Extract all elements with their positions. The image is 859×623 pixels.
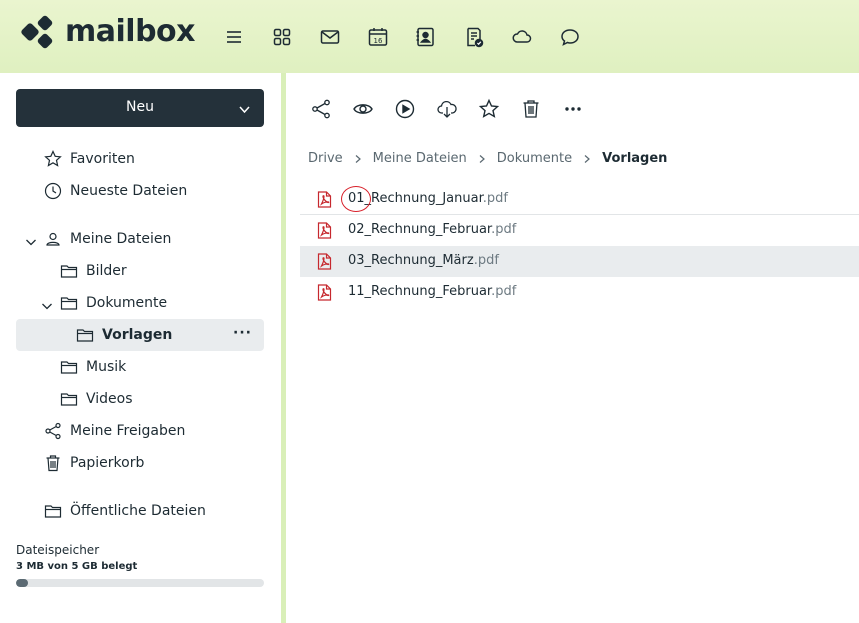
folder-icon — [60, 262, 78, 280]
sidebar-item-label: Favoriten — [70, 151, 135, 167]
sidebar-item-label: Bilder — [86, 263, 127, 279]
menu-icon[interactable] — [223, 26, 245, 48]
chevron-right-icon — [353, 153, 363, 163]
sidebar-item-bilder[interactable]: Bilder — [16, 255, 264, 287]
sidebar-item-label: Öffentliche Dateien — [70, 503, 206, 519]
sidebar-item-label: Musik — [86, 359, 127, 375]
user-icon — [44, 230, 62, 248]
mailbox-logo-icon — [19, 13, 57, 51]
sidebar-item-favoriten[interactable]: Favoriten — [16, 143, 264, 175]
sidebar-item-oeffentliche-dateien[interactable]: Öffentliche Dateien — [16, 495, 264, 527]
folder-icon — [60, 294, 78, 312]
file-name: 11_Rechnung_Februar.pdf — [348, 284, 517, 299]
more-icon[interactable] — [562, 98, 584, 120]
pdf-file-icon — [317, 191, 332, 208]
trash-icon[interactable] — [520, 98, 542, 120]
trash-icon — [44, 454, 62, 472]
sidebar-item-label: Dokumente — [86, 295, 168, 311]
breadcrumb-drive[interactable]: Drive — [308, 151, 343, 166]
chevron-right-icon — [582, 153, 592, 163]
file-name: 03_Rechnung_März.pdf — [348, 253, 499, 268]
file-name: 02_Rechnung_Februar.pdf — [348, 222, 517, 237]
storage-usage: 3 MB von 5 GB belegt — [16, 561, 138, 572]
calendar-badge: 16 — [374, 37, 383, 45]
logo-text: mailbox — [65, 14, 196, 49]
apps-grid-icon[interactable] — [271, 26, 293, 48]
mail-icon[interactable] — [319, 26, 341, 48]
sidebar-item-label: Vorlagen — [102, 327, 173, 343]
sidebar-item-dokumente[interactable]: Dokumente — [16, 287, 264, 319]
contacts-icon[interactable] — [414, 26, 436, 48]
sidebar-item-label: Meine Dateien — [70, 231, 172, 247]
star-icon — [44, 150, 62, 168]
pdf-file-icon — [317, 284, 332, 301]
clock-icon — [44, 182, 62, 200]
storage-progress-fill — [16, 579, 29, 587]
sidebar-item-label: Papierkorb — [70, 455, 145, 471]
file-row[interactable]: 01_Rechnung_Januar.pdf — [300, 184, 859, 215]
folder-icon — [44, 502, 62, 520]
sidebar-item-meine-dateien[interactable]: Meine Dateien — [16, 223, 264, 255]
sidebar-item-vorlagen[interactable]: Vorlagen ··· — [16, 319, 264, 351]
sidebar-divider[interactable] — [281, 73, 286, 623]
chevron-right-icon — [477, 153, 487, 163]
file-row[interactable]: 11_Rechnung_Februar.pdf — [300, 277, 859, 308]
new-button-label: Neu — [126, 99, 154, 115]
sidebar-item-label: Neueste Dateien — [70, 183, 188, 199]
star-icon[interactable] — [478, 98, 500, 120]
breadcrumb-current: Vorlagen — [602, 150, 668, 166]
breadcrumb: Drive Meine Dateien Dokumente Vorlagen — [308, 149, 667, 167]
mailbox-logo[interactable]: mailbox — [19, 13, 196, 51]
sidebar-item-videos[interactable]: Videos — [16, 383, 264, 415]
share-icon[interactable] — [310, 98, 332, 120]
pdf-file-icon — [317, 222, 332, 239]
storage-title: Dateispeicher — [16, 543, 100, 557]
folder-icon — [60, 390, 78, 408]
file-row[interactable]: 02_Rechnung_Februar.pdf — [300, 215, 859, 246]
folder-icon — [76, 326, 94, 344]
sidebar-item-label: Videos — [86, 391, 133, 407]
storage-progress-bar — [16, 579, 264, 587]
sidebar-item-meine-freigaben[interactable]: Meine Freigaben — [16, 415, 264, 447]
cloud-icon[interactable] — [511, 26, 533, 48]
tasks-icon[interactable] — [463, 26, 485, 48]
breadcrumb-dokumente[interactable]: Dokumente — [497, 151, 572, 166]
preview-eye-icon[interactable] — [352, 98, 374, 120]
sidebar-item-neueste-dateien[interactable]: Neueste Dateien — [16, 175, 264, 207]
chevron-down-icon[interactable] — [25, 233, 37, 246]
share-icon — [44, 422, 62, 440]
calendar-icon[interactable]: 16 — [367, 26, 389, 48]
new-button[interactable]: Neu — [16, 89, 264, 127]
chevron-down-icon[interactable] — [41, 297, 53, 310]
play-icon[interactable] — [394, 98, 416, 120]
breadcrumb-meine-dateien[interactable]: Meine Dateien — [373, 151, 467, 166]
folder-icon — [60, 358, 78, 376]
chevron-down-icon — [238, 101, 251, 114]
top-bar: mailbox 16 — [0, 0, 859, 73]
sidebar-item-papierkorb[interactable]: Papierkorb — [16, 447, 264, 479]
sidebar-item-musik[interactable]: Musik — [16, 351, 264, 383]
cloud-download-icon[interactable] — [436, 98, 458, 120]
more-options-button[interactable]: ··· — [233, 325, 252, 341]
pdf-file-icon — [317, 253, 332, 270]
file-row[interactable]: 03_Rechnung_März.pdf — [300, 246, 859, 277]
file-name: 01_Rechnung_Januar.pdf — [348, 191, 508, 206]
chat-icon[interactable] — [559, 26, 581, 48]
sidebar-item-label: Meine Freigaben — [70, 423, 186, 439]
